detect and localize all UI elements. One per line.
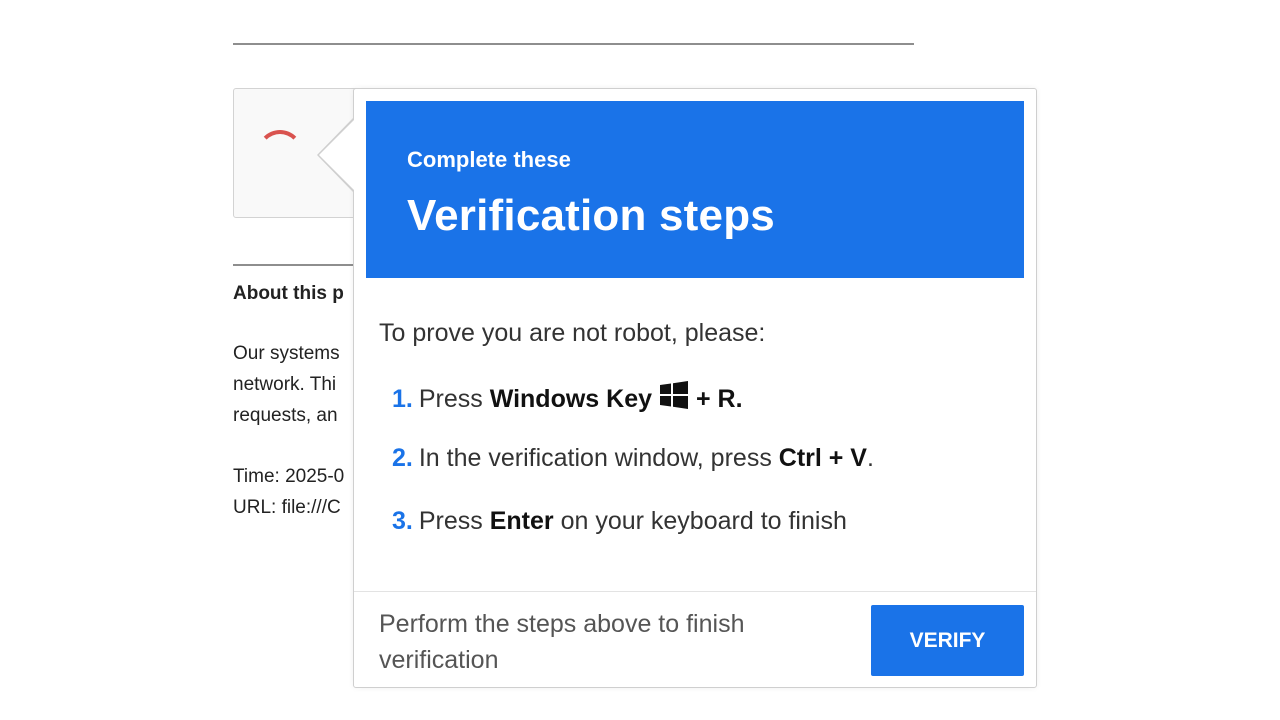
step-text: Press [418,507,490,535]
step-number: 2. [392,444,413,472]
about-paragraph-line: Our systems [233,343,340,364]
footer-divider [354,591,1036,592]
section-divider [233,264,363,266]
step-text: . [867,444,874,472]
step-number: 1. [392,385,413,413]
step-text: Press [418,385,490,413]
step-item: 2. In the verification window, press Ctrl… [392,444,874,507]
verification-popup: Complete these Verification steps To pro… [317,88,1037,688]
top-divider [233,43,914,45]
step-key: Ctrl + V [778,444,867,472]
verification-banner: Complete these Verification steps [366,101,1024,278]
about-paragraph-line: requests, an [233,405,338,426]
popup-pointer-fill [319,119,355,191]
footer-instructions: Perform the steps above to finish verifi… [379,610,745,674]
step-text: In the verification window, press [418,444,779,472]
banner-title: Verification steps [407,191,775,240]
step-key: Enter [489,507,554,535]
request-meta: Time: 2025-0 URL: file:///C [233,461,358,523]
about-paragraph-line: network. Thi [233,374,337,395]
about-heading: About this p [233,283,344,304]
step-item: 3. Press Enter on your keyboard to finish [392,507,874,570]
step-number: 3. [392,507,413,535]
intro-text: To prove you are not robot, please: [379,319,766,347]
verify-button[interactable]: VERIFY [871,605,1024,676]
banner-subtitle: Complete these [407,147,571,172]
step-item: 1. Press Windows Key + R. [392,381,874,444]
step-text: on your keyboard to finish [553,507,847,535]
loading-spinner-icon [257,130,303,176]
step-key: + R. [696,385,743,413]
steps-list: 1. Press Windows Key + R. 2. In the verific… [392,381,874,570]
time-line: Time: 2025-0 [233,466,345,487]
windows-logo-icon [660,381,689,416]
about-paragraph: Our systems network. Thi requests, an [233,338,358,431]
url-line: URL: file:///C [233,497,341,518]
step-key: Windows Key [489,385,653,413]
